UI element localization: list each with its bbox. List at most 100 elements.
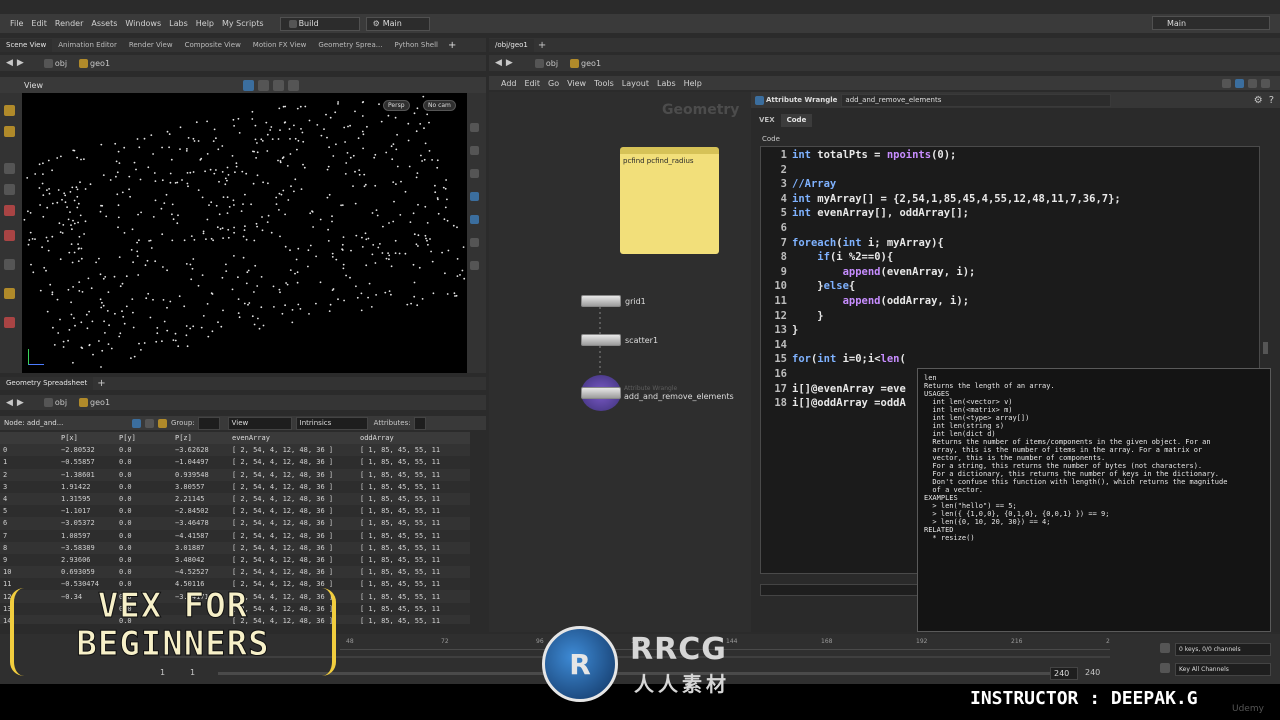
menu-item-help[interactable]: Help <box>196 19 214 28</box>
help-icon[interactable]: ? <box>1269 95 1274 106</box>
table-row[interactable]: 9 2.93606 0.0 3.48042[ 2, 54, 4, 12, 48, 36… <box>0 553 470 567</box>
select-tool-icon[interactable] <box>4 105 15 116</box>
move-tool-icon[interactable] <box>4 126 15 137</box>
wrench-icon[interactable] <box>1222 78 1231 88</box>
left-tab-5[interactable]: Geometry Sprea... <box>312 39 388 52</box>
left-tab-2[interactable]: Render View <box>123 39 179 52</box>
shading-icon[interactable] <box>272 79 284 91</box>
network-menu-layout[interactable]: Layout <box>622 79 649 88</box>
view-dropdown[interactable]: View <box>227 416 292 430</box>
menu-item-windows[interactable]: Windows <box>125 19 161 28</box>
node-scatter1[interactable]: scatter1 <box>581 334 658 346</box>
handle-tool-icon[interactable] <box>4 205 15 216</box>
menu-item-edit[interactable]: Edit <box>31 19 47 28</box>
network-menu-edit[interactable]: Edit <box>525 79 541 88</box>
table-row[interactable]: 8 −3.58389 0.0 3.01887[ 2, 54, 4, 12, 48, 3… <box>0 541 470 554</box>
forward-arrow-icon[interactable]: ▶ <box>506 58 513 68</box>
table-row[interactable]: 6 −3.05372 0.0 −3.46478[ 2, 54, 4, 12, 48, … <box>0 517 470 530</box>
node-name-field[interactable]: add_and_remove_elements <box>841 93 1112 107</box>
table-row[interactable]: 3 1.91422 0.0 3.80557[ 2, 54, 4, 12, 48, 36… <box>0 480 470 493</box>
add-tab-icon[interactable]: + <box>538 40 546 51</box>
network-menu-view[interactable]: View <box>567 79 586 88</box>
point-display-icon[interactable] <box>470 215 479 224</box>
path-root[interactable]: obj <box>55 398 67 407</box>
function-help-popup[interactable]: len Returns the length of an array. USAGES… <box>917 368 1271 632</box>
left-tab-0[interactable]: Scene View <box>0 38 53 52</box>
vertices-mode-icon[interactable] <box>145 418 154 428</box>
table-row[interactable]: 0 −2.80532 0.0 −3.62628[ 2, 54, 4, 12, 48, … <box>0 444 470 457</box>
scale-tool-icon[interactable] <box>4 184 15 195</box>
add-tab-icon[interactable]: + <box>448 40 456 51</box>
menu-item-render[interactable]: Render <box>55 19 83 28</box>
view-tool-icon[interactable] <box>4 259 15 270</box>
node-grid1[interactable]: grid1 <box>581 295 646 307</box>
pose-tool-icon[interactable] <box>4 230 15 241</box>
forward-arrow-icon[interactable]: ▶ <box>17 398 24 408</box>
column-header[interactable]: P[z] <box>172 432 229 445</box>
menu-item-labs[interactable]: Labs <box>169 19 188 28</box>
column-header[interactable] <box>0 432 58 445</box>
intrinsics-dropdown[interactable]: Intrinsics <box>295 416 368 430</box>
keyframe-menu-icon[interactable] <box>1160 663 1170 673</box>
list-view-icon[interactable] <box>1235 78 1244 88</box>
column-header[interactable]: oddArray <box>357 432 470 445</box>
table-row[interactable]: 1 −0.55857 0.0 −1.04497[ 2, 54, 4, 12, 48, … <box>0 456 470 469</box>
group-field[interactable] <box>197 416 220 430</box>
main-selector[interactable]: ⚙ Main <box>365 16 430 31</box>
key-all-channels[interactable]: Key All Channels <box>1175 663 1271 676</box>
menu-item-assets[interactable]: Assets <box>91 19 117 28</box>
path-root[interactable]: obj <box>55 59 67 68</box>
back-arrow-icon[interactable]: ◀ <box>495 58 502 68</box>
forward-arrow-icon[interactable]: ▶ <box>17 58 24 68</box>
paint-tool-icon[interactable] <box>4 288 15 299</box>
path-node[interactable]: geo1 <box>90 59 110 68</box>
table-row[interactable]: 4 1.31595 0.0 2.21145[ 2, 54, 4, 12, 48, 36… <box>0 492 470 506</box>
end-frame-b[interactable]: 240 <box>1085 668 1100 677</box>
camera-icon[interactable] <box>287 79 299 91</box>
back-arrow-icon[interactable]: ◀ <box>6 398 13 408</box>
table-row[interactable]: 5 −1.1017 0.0 −2.84502[ 2, 54, 4, 12, 48, 3… <box>0 505 470 518</box>
tree-view-icon[interactable] <box>1248 78 1257 88</box>
network-menu-go[interactable]: Go <box>548 79 559 88</box>
persp-menu[interactable]: Persp <box>383 100 410 111</box>
add-tab-icon[interactable]: + <box>97 378 105 389</box>
table-row[interactable]: 10 0.693059 0.0 −4.52527[ 2, 54, 4, 12, 48,… <box>0 566 470 579</box>
ghost-icon[interactable] <box>470 192 479 201</box>
code-scrollbar[interactable] <box>1263 342 1268 354</box>
column-header[interactable]: evenArray <box>229 432 357 445</box>
search-icon[interactable] <box>1261 78 1270 88</box>
brush-tool-icon[interactable] <box>4 317 15 328</box>
right-desktop-selector[interactable]: Main <box>1152 16 1270 30</box>
desktop-selector[interactable]: Build <box>279 16 360 31</box>
display-option-icon[interactable] <box>470 123 479 132</box>
column-header[interactable]: P[x] <box>58 432 116 445</box>
wireframe-icon[interactable] <box>257 79 269 91</box>
table-row[interactable]: 2 −1.38601 0.0 0.939548[ 2, 54, 4, 12, 48, … <box>0 468 470 481</box>
network-menu-help[interactable]: Help <box>684 79 702 88</box>
node-wrangle[interactable]: Attribute Wrangle add_and_remove_element… <box>581 375 734 411</box>
key-icon[interactable] <box>1160 643 1170 653</box>
network-menu-tools[interactable]: Tools <box>594 79 614 88</box>
back-arrow-icon[interactable]: ◀ <box>6 58 13 68</box>
network-path-root[interactable]: obj <box>546 59 558 68</box>
network-menu-labs[interactable]: Labs <box>657 79 676 88</box>
network-canvas[interactable]: Geometry pcfind pcfind_radius grid1 scat… <box>489 92 751 632</box>
end-frame-a[interactable]: 240 <box>1050 667 1078 680</box>
left-tab-6[interactable]: Python Shell <box>388 39 444 52</box>
normal-display-icon[interactable] <box>470 238 479 247</box>
tab-vex[interactable]: VEX <box>753 114 781 127</box>
camera-menu[interactable]: No cam <box>423 100 456 111</box>
rotate-tool-icon[interactable] <box>4 163 15 174</box>
left-tab-4[interactable]: Motion FX View <box>247 39 313 52</box>
scene-viewport[interactable]: Persp No cam <box>22 93 467 373</box>
lock-icon[interactable] <box>470 146 479 155</box>
menu-item-file[interactable]: File <box>10 19 23 28</box>
network-path-node[interactable]: geo1 <box>581 59 601 68</box>
table-row[interactable]: 7 1.08597 0.0 −4.41587[ 2, 54, 4, 12, 48, 3… <box>0 529 470 542</box>
menu-item-my-scripts[interactable]: My Scripts <box>222 19 264 28</box>
tab-code[interactable]: Code <box>780 113 813 127</box>
tab-geometry-spreadsheet[interactable]: Geometry Spreadsheet <box>0 377 94 390</box>
gear-icon[interactable]: ⚙ <box>1254 95 1263 106</box>
tab-network[interactable]: /obj/geo1 <box>489 38 534 52</box>
points-mode-icon[interactable] <box>132 418 141 428</box>
